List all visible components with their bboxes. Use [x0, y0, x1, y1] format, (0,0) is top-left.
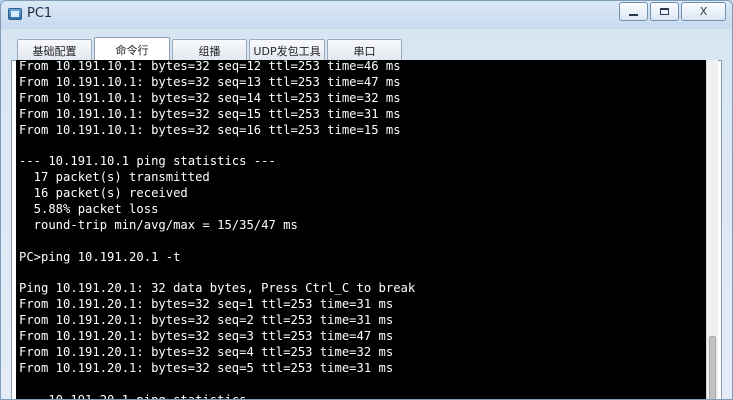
- minimize-button[interactable]: [619, 2, 648, 21]
- maximize-icon: [660, 8, 669, 15]
- terminal-line: 17 packet(s) transmitted: [19, 170, 210, 185]
- terminal-line: From 10.191.10.1: bytes=32 seq=14 ttl=25…: [19, 90, 401, 105]
- title-bar[interactable]: PC1 X: [1, 1, 732, 29]
- pc-app-icon: [8, 8, 22, 20]
- window-controls: X: [617, 2, 726, 21]
- close-button[interactable]: X: [681, 2, 726, 21]
- terminal-line: From 10.191.10.1: bytes=32 seq=16 ttl=25…: [19, 122, 401, 137]
- terminal-line: Ping 10.191.20.1: 32 data bytes, Press C…: [19, 281, 416, 296]
- tab-multicast[interactable]: 组播: [172, 39, 247, 61]
- terminal-line: 16 packet(s) received: [19, 186, 188, 201]
- terminal-output: From 10.191.10.1: bytes=32 seq=12 ttl=25…: [19, 60, 416, 400]
- terminal-line: From 10.191.20.1: bytes=32 seq=2 ttl=253…: [19, 313, 394, 328]
- terminal-line: --- 10.191.10.1 ping statistics ---: [19, 154, 276, 169]
- maximize-button[interactable]: [650, 2, 679, 21]
- pc1-window: PC1 X 基础配置 命令行 组播 UDP发包工具 串口 From 10.191…: [0, 0, 733, 400]
- terminal-line: PC>ping 10.191.20.1 -t: [19, 249, 181, 264]
- tab-serial-port[interactable]: 串口: [327, 39, 402, 61]
- terminal-line: round-trip min/avg/max = 15/35/47 ms: [19, 217, 298, 232]
- tab-bar: 基础配置 命令行 组播 UDP发包工具 串口: [17, 37, 404, 61]
- terminal-line: 5.88% packet loss: [19, 202, 159, 217]
- terminal-line: From 10.191.10.1: bytes=32 seq=13 ttl=25…: [19, 74, 401, 89]
- terminal-line: From 10.191.20.1: bytes=32 seq=4 ttl=253…: [19, 345, 394, 360]
- terminal-scrollbar[interactable]: [706, 60, 718, 399]
- terminal-line: From 10.191.20.1: bytes=32 seq=1 ttl=253…: [19, 297, 394, 312]
- terminal-line: From 10.191.20.1: bytes=32 seq=5 ttl=253…: [19, 360, 394, 375]
- terminal-line: From 10.191.10.1: bytes=32 seq=15 ttl=25…: [19, 106, 401, 121]
- window-title: PC1: [27, 6, 53, 21]
- terminal-line: --- 10.191.20.1 ping statistics ---: [19, 392, 276, 400]
- terminal-line: From 10.191.10.1: bytes=32 seq=12 ttl=25…: [19, 60, 401, 73]
- tab-basic-config[interactable]: 基础配置: [17, 39, 92, 61]
- command-line-terminal[interactable]: From 10.191.10.1: bytes=32 seq=12 ttl=25…: [16, 60, 706, 400]
- minimize-icon: [629, 13, 638, 16]
- close-icon: X: [699, 5, 708, 18]
- terminal-line: From 10.191.20.1: bytes=32 seq=3 ttl=253…: [19, 329, 394, 344]
- tab-udp-tool[interactable]: UDP发包工具: [249, 39, 325, 61]
- tab-command-line[interactable]: 命令行: [94, 37, 170, 61]
- scrollbar-thumb[interactable]: [709, 336, 716, 399]
